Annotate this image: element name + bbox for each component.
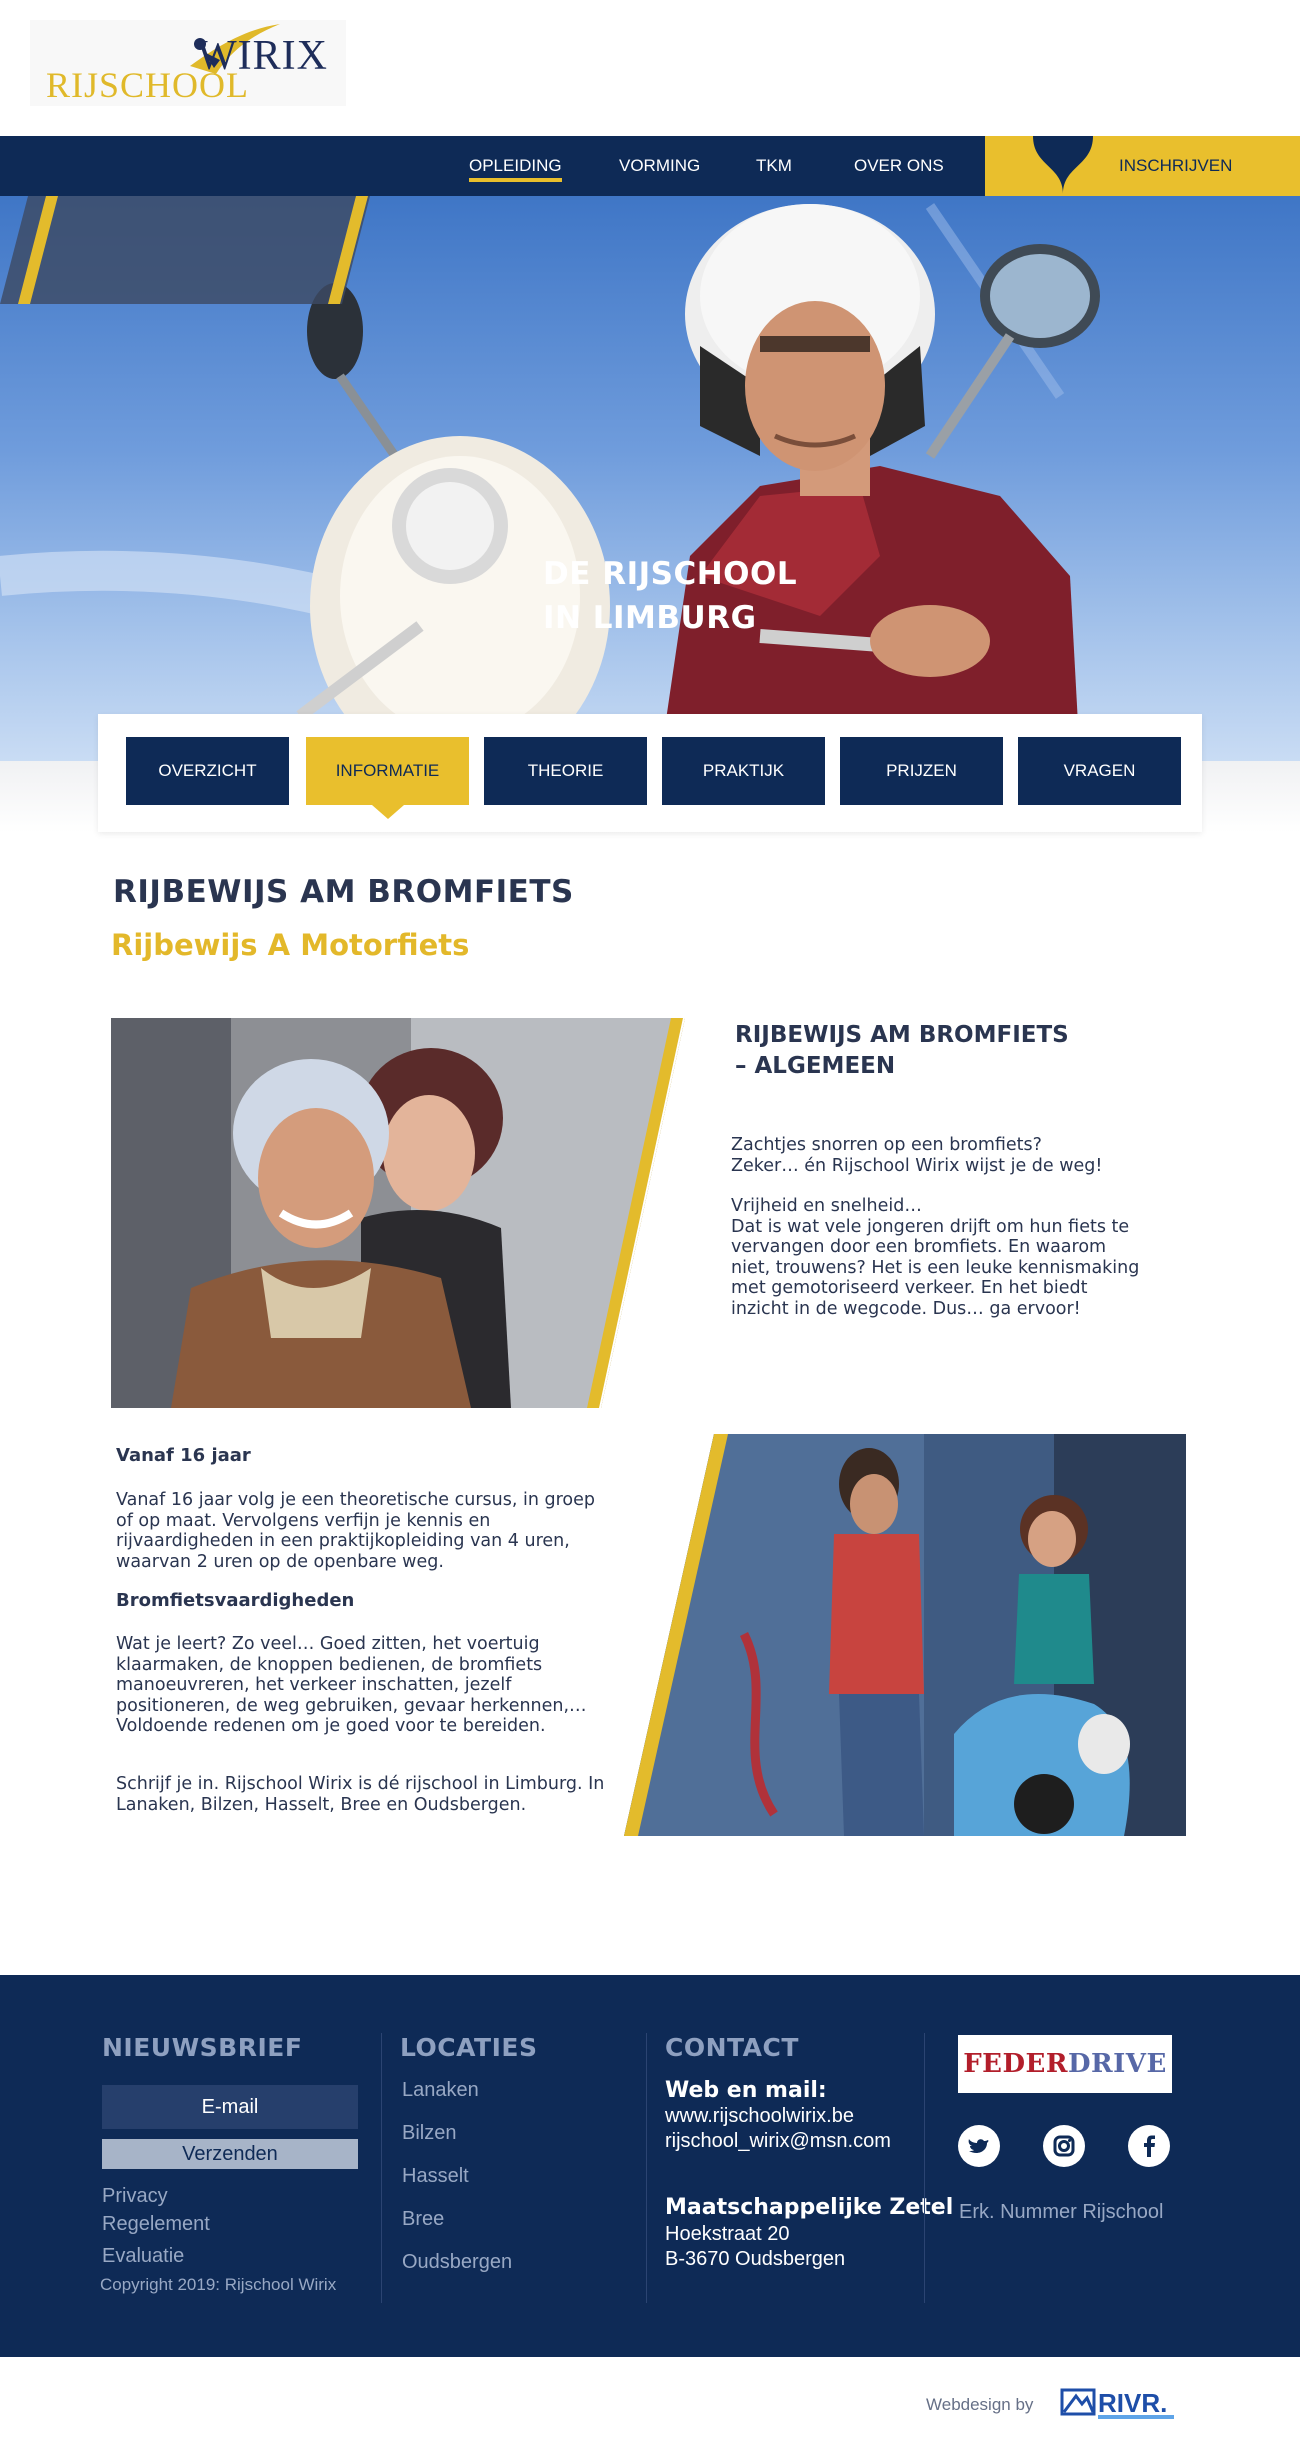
location-oudsbergen[interactable]: Oudsbergen <box>402 2251 512 2274</box>
contact-title: CONTACT <box>665 2033 799 2062</box>
contact-email-link[interactable]: rijschool_wirix@msn.com <box>665 2130 891 2153</box>
rivr-logo-text: RIVR. <box>1098 2388 1167 2418</box>
footer-divider <box>924 2033 925 2303</box>
page-title: RIJBEWIJS AM BROMFIETS <box>113 874 574 910</box>
newsletter-send-button[interactable]: Verzenden <box>102 2139 358 2169</box>
nav-opleiding[interactable]: OPLEIDING <box>469 136 562 196</box>
intro-paragraph: Zachtjes snorren op een bromfiets? Zeker… <box>731 1135 1141 1176</box>
instagram-icon[interactable] <box>1043 2125 1085 2167</box>
tab-prijzen[interactable]: PRIJZEN <box>840 737 1003 805</box>
hero-title-line2: IN LIMBURG <box>543 600 757 636</box>
tab-praktijk[interactable]: PRAKTIJK <box>662 737 825 805</box>
footer-divider <box>381 2033 382 2303</box>
federdrive-part1: FEDER <box>963 2049 1068 2079</box>
tab-informatie[interactable]: INFORMATIE <box>306 737 469 819</box>
twitter-icon[interactable] <box>958 2125 1000 2167</box>
freedom-paragraph: Vrijheid en snelheid… Dat is wat vele jo… <box>731 1196 1141 1319</box>
newsletter-title: NIEUWSBRIEF <box>102 2033 303 2062</box>
tab-vragen[interactable]: VRAGEN <box>1018 737 1181 805</box>
sub-tabs: OVERZICHT INFORMATIE THEORIE PRAKTIJK PR… <box>98 714 1202 832</box>
federdrive-part2: DRIVE <box>1067 2049 1167 2079</box>
logo[interactable]: WIRIX RIJSCHOOL <box>30 20 346 106</box>
page-subtitle[interactable]: Rijbewijs A Motorfiets <box>111 928 469 962</box>
hero-banner: DE RIJSCHOOL IN LIMBURG <box>0 196 1300 761</box>
tab-theorie[interactable]: THEORIE <box>484 737 647 805</box>
footer: NIEUWSBRIEF E-mail Verzenden Privacy Reg… <box>0 1975 1300 2357</box>
location-bilzen[interactable]: Bilzen <box>402 2122 456 2145</box>
page: WIRIX RIJSCHOOL OPLEIDING VORMING TKM OV… <box>0 0 1300 2460</box>
age-text: Vanaf 16 jaar volg je een theoretische c… <box>116 1490 596 1572</box>
section-title-line2: – ALGEMEEN <box>735 1053 896 1079</box>
location-bree[interactable]: Bree <box>402 2208 444 2231</box>
erk-number: Erk. Nummer Rijschool <box>959 2201 1164 2223</box>
regelement-link[interactable]: Regelement <box>102 2213 210 2236</box>
hero-title-line1: DE RIJSCHOOL <box>543 556 798 592</box>
rivr-logo[interactable]: RIVR. <box>1060 2382 1180 2422</box>
age-title: Vanaf 16 jaar <box>116 1445 251 1466</box>
facebook-icon[interactable] <box>1128 2125 1170 2167</box>
nav-over-ons[interactable]: OVER ONS <box>854 136 944 196</box>
skills-title: Bromfietsvaardigheden <box>116 1590 355 1611</box>
freedom-text: Dat is wat vele jongeren drijft om hun f… <box>731 1216 1140 1319</box>
signup-label: INSCHRIJVEN <box>1119 156 1233 175</box>
contact-website-link[interactable]: www.rijschoolwirix.be <box>665 2105 854 2128</box>
section-title-line1: RIJBEWIJS AM BROMFIETS <box>735 1022 1069 1048</box>
newsletter-email-input[interactable]: E-mail <box>102 2085 358 2129</box>
footer-divider <box>646 2033 647 2303</box>
nav-tkm[interactable]: TKM <box>756 136 792 196</box>
copyright: Copyright 2019: Rijschool Wirix <box>100 2275 337 2294</box>
logo-rijschool: RIJSCHOOL <box>46 65 250 105</box>
intro-line-1: Zachtjes snorren op een bromfiets? <box>731 1135 1042 1155</box>
contact-web-title: Web en mail: <box>665 2078 827 2103</box>
locations-title: LOCATIES <box>400 2033 538 2062</box>
location-hasselt[interactable]: Hasselt <box>402 2165 469 2188</box>
intro-line-2: Zeker… én Rijschool Wirix wijst je de we… <box>731 1155 1103 1176</box>
nav-vorming[interactable]: VORMING <box>619 136 700 196</box>
freedom-title: Vrijheid en snelheid… <box>731 1196 922 1216</box>
contact-seat-title: Maatschappelijke Zetel <box>665 2195 954 2220</box>
hero-title: DE RIJSCHOOL IN LIMBURG <box>543 552 797 640</box>
webdesign-credit: Webdesign by <box>926 2395 1034 2414</box>
evaluatie-link[interactable]: Evaluatie <box>102 2245 184 2268</box>
skills-text: Wat je leert? Zo veel… Goed zitten, het … <box>116 1634 587 1736</box>
signup-button[interactable]: INSCHRIJVEN <box>985 136 1300 224</box>
contact-street: Hoekstraat 20 <box>665 2223 790 2245</box>
couple-wall-photo <box>624 1434 1186 1836</box>
section-title: RIJBEWIJS AM BROMFIETS – ALGEMEEN <box>735 1020 1135 1082</box>
tab-overzicht[interactable]: OVERZICHT <box>126 737 289 805</box>
privacy-link[interactable]: Privacy <box>102 2185 168 2208</box>
location-lanaken[interactable]: Lanaken <box>402 2079 479 2102</box>
signup-text: Schrijf je in. Rijschool Wirix is dé rij… <box>116 1774 605 1815</box>
contact-city: B-3670 Oudsbergen <box>665 2248 846 2270</box>
header: WIRIX RIJSCHOOL <box>0 0 1300 136</box>
federdrive-logo[interactable]: FEDERDRIVE <box>958 2035 1172 2093</box>
hero-title-badge <box>0 196 370 304</box>
couple-scooter-photo <box>111 1018 685 1408</box>
